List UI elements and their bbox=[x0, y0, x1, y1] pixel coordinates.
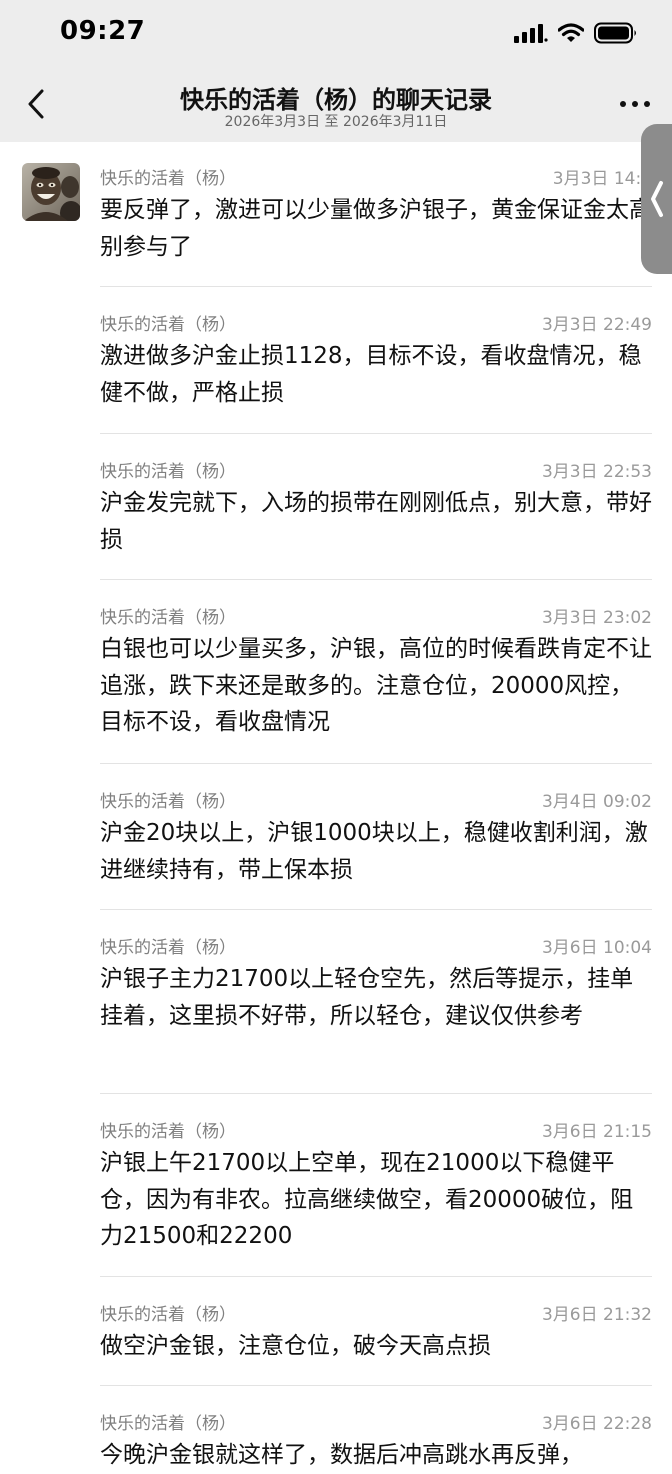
message-text: 沪金发完就下，入场的损带在刚刚低点，别大意，带好损 bbox=[100, 490, 652, 553]
divider bbox=[100, 286, 652, 287]
chevron-left-icon bbox=[650, 181, 663, 217]
more-button[interactable] bbox=[620, 92, 650, 116]
divider bbox=[100, 763, 652, 764]
wifi-icon bbox=[557, 23, 585, 47]
message-text: 沪银子主力21700以上轻仓空先，然后等提示，挂单挂着，这里损不好带，所以轻仓，… bbox=[100, 966, 634, 1029]
message-time: 3月4日 09:02 bbox=[541, 792, 652, 812]
message-text: 沪金20块以上，沪银1000块以上，稳健收割利润，激进继续持有，带上保本损 bbox=[100, 820, 648, 883]
message-time: 3月3日 22:53 bbox=[541, 462, 652, 482]
more-dots-icon bbox=[620, 101, 626, 107]
message-text: 白银也可以少量买多，沪银，高位的时候看跌肯定不让追涨，跌下来还是敢多的。注意仓位… bbox=[100, 636, 652, 735]
date-range: 2026年3月3日 至 2026年3月11日 bbox=[224, 114, 448, 130]
message-item[interactable]: 快乐的活着（杨） 3月3日 14:4 要反弹了，激进可以少量做多沪银子，黄金保证… bbox=[100, 164, 652, 265]
message-time: 3月6日 21:32 bbox=[541, 1305, 652, 1325]
status-icons bbox=[514, 22, 638, 48]
message-time: 3月6日 21:15 bbox=[541, 1122, 652, 1142]
status-time: 09:27 bbox=[60, 16, 146, 46]
back-button[interactable] bbox=[16, 84, 56, 124]
chevron-left-icon bbox=[28, 89, 44, 119]
message-item[interactable]: 快乐的活着（杨） 3月6日 21:32 做空沪金银，注意仓位，破今天高点损 bbox=[100, 1300, 652, 1365]
message-sender: 快乐的活着（杨） bbox=[100, 462, 236, 482]
divider bbox=[100, 433, 652, 434]
message-time: 3月6日 10:04 bbox=[541, 938, 652, 958]
battery-icon bbox=[594, 22, 638, 48]
message-text: 做空沪金银，注意仓位，破今天高点损 bbox=[100, 1333, 491, 1359]
message-time: 3月6日 22:28 bbox=[541, 1414, 652, 1434]
divider bbox=[100, 1276, 652, 1277]
message-text: 要反弹了，激进可以少量做多沪银子，黄金保证金太高别参与了 bbox=[100, 197, 652, 260]
message-item[interactable]: 快乐的活着（杨） 3月3日 22:53 沪金发完就下，入场的损带在刚刚低点，别大… bbox=[100, 457, 652, 558]
divider bbox=[100, 579, 652, 580]
message-item[interactable]: 快乐的活着（杨） 3月3日 22:49 激进做多沪金止损1128，目标不设，看收… bbox=[100, 310, 652, 411]
avatar[interactable] bbox=[22, 163, 80, 221]
message-sender: 快乐的活着（杨） bbox=[100, 169, 236, 189]
message-sender: 快乐的活着（杨） bbox=[100, 792, 236, 812]
message-sender: 快乐的活着（杨） bbox=[100, 315, 236, 335]
message-item[interactable]: 快乐的活着（杨） 3月3日 23:02 白银也可以少量买多，沪银，高位的时候看跌… bbox=[100, 603, 652, 741]
divider bbox=[100, 1093, 652, 1094]
divider bbox=[100, 1385, 652, 1386]
message-text: 今晚沪金银就这样了，数据后冲高跳水再反弹， bbox=[100, 1442, 583, 1468]
message-item[interactable]: 快乐的活着（杨） 3月4日 09:02 沪金20块以上，沪银1000块以上，稳健… bbox=[100, 787, 652, 888]
message-time: 3月3日 22:49 bbox=[541, 315, 652, 335]
message-sender: 快乐的活着（杨） bbox=[100, 1122, 236, 1142]
message-sender: 快乐的活着（杨） bbox=[100, 1414, 236, 1434]
message-time: 3月3日 23:02 bbox=[541, 608, 652, 628]
message-item[interactable]: 快乐的活着（杨） 3月6日 22:28 今晚沪金银就这样了，数据后冲高跳水再反弹… bbox=[100, 1409, 652, 1474]
message-sender: 快乐的活着（杨） bbox=[100, 938, 236, 958]
message-item[interactable]: 快乐的活着（杨） 3月6日 21:15 沪银上午21700以上空单，现在2100… bbox=[100, 1117, 652, 1255]
message-sender: 快乐的活着（杨） bbox=[100, 608, 236, 628]
signal-icon bbox=[514, 23, 548, 47]
message-time: 3月3日 14:4 bbox=[552, 169, 652, 189]
side-handle[interactable] bbox=[641, 124, 672, 274]
message-text: 沪银上午21700以上空单，现在21000以下稳健平仓，因为有非农。拉高继续做空… bbox=[100, 1150, 634, 1249]
message-item[interactable]: 快乐的活着（杨） 3月6日 10:04 沪银子主力21700以上轻仓空先，然后等… bbox=[100, 933, 652, 1034]
page-title: 快乐的活着（杨）的聊天记录 bbox=[180, 86, 492, 114]
divider bbox=[100, 909, 652, 910]
message-text: 激进做多沪金止损1128，目标不设，看收盘情况，稳健不做，严格止损 bbox=[100, 343, 642, 406]
message-sender: 快乐的活着（杨） bbox=[100, 1305, 236, 1325]
